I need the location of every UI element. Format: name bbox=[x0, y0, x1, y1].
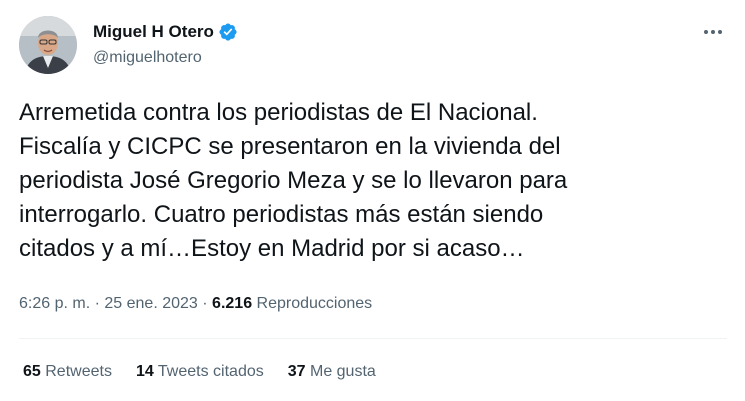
views-count: 6.216 bbox=[212, 295, 253, 312]
tweet-time: 6:26 p. m. bbox=[19, 295, 91, 312]
quote-tweets-stat[interactable]: 14 Tweets citados bbox=[136, 362, 264, 382]
profile-photo-icon bbox=[19, 16, 77, 74]
likes-stat[interactable]: 37 Me gusta bbox=[288, 362, 376, 382]
tweet-date: 25 ene. 2023 bbox=[104, 295, 198, 312]
retweets-label: Retweets bbox=[45, 363, 112, 380]
quotes-count: 14 bbox=[135, 363, 154, 380]
quotes-label: Tweets citados bbox=[157, 363, 264, 380]
tweet-text: Arremetida contra los periodistas de El … bbox=[19, 99, 568, 262]
dot-icon bbox=[718, 30, 722, 34]
dot-icon bbox=[704, 30, 708, 34]
author-handle[interactable]: @miguelhotero bbox=[93, 48, 202, 68]
views-label: Reproducciones bbox=[256, 295, 373, 312]
tweet-card: Miguel H Otero @miguelhotero Arremetida … bbox=[0, 0, 745, 401]
meta-separator: · bbox=[202, 295, 208, 312]
likes-label: Me gusta bbox=[309, 363, 376, 380]
dot-icon bbox=[711, 30, 715, 34]
retweets-stat[interactable]: 65 Retweets bbox=[23, 362, 112, 382]
meta-separator: · bbox=[94, 295, 100, 312]
verified-badge-icon bbox=[218, 22, 238, 42]
likes-count: 37 bbox=[287, 363, 306, 380]
engagement-stats: 65 Retweets 14 Tweets citados 37 Me gust… bbox=[23, 362, 400, 382]
tweet-metadata: 6:26 p. m. · 25 ene. 2023 · 6.216 Reprod… bbox=[19, 294, 372, 314]
retweets-count: 65 bbox=[23, 363, 41, 380]
author-name-row[interactable]: Miguel H Otero bbox=[93, 22, 238, 42]
more-options-button[interactable] bbox=[700, 22, 726, 42]
divider bbox=[19, 338, 727, 339]
author-display-name[interactable]: Miguel H Otero bbox=[93, 22, 214, 42]
avatar[interactable] bbox=[19, 16, 77, 74]
tweet-time-link[interactable]: 6:26 p. m. · 25 ene. 2023 bbox=[19, 295, 198, 312]
